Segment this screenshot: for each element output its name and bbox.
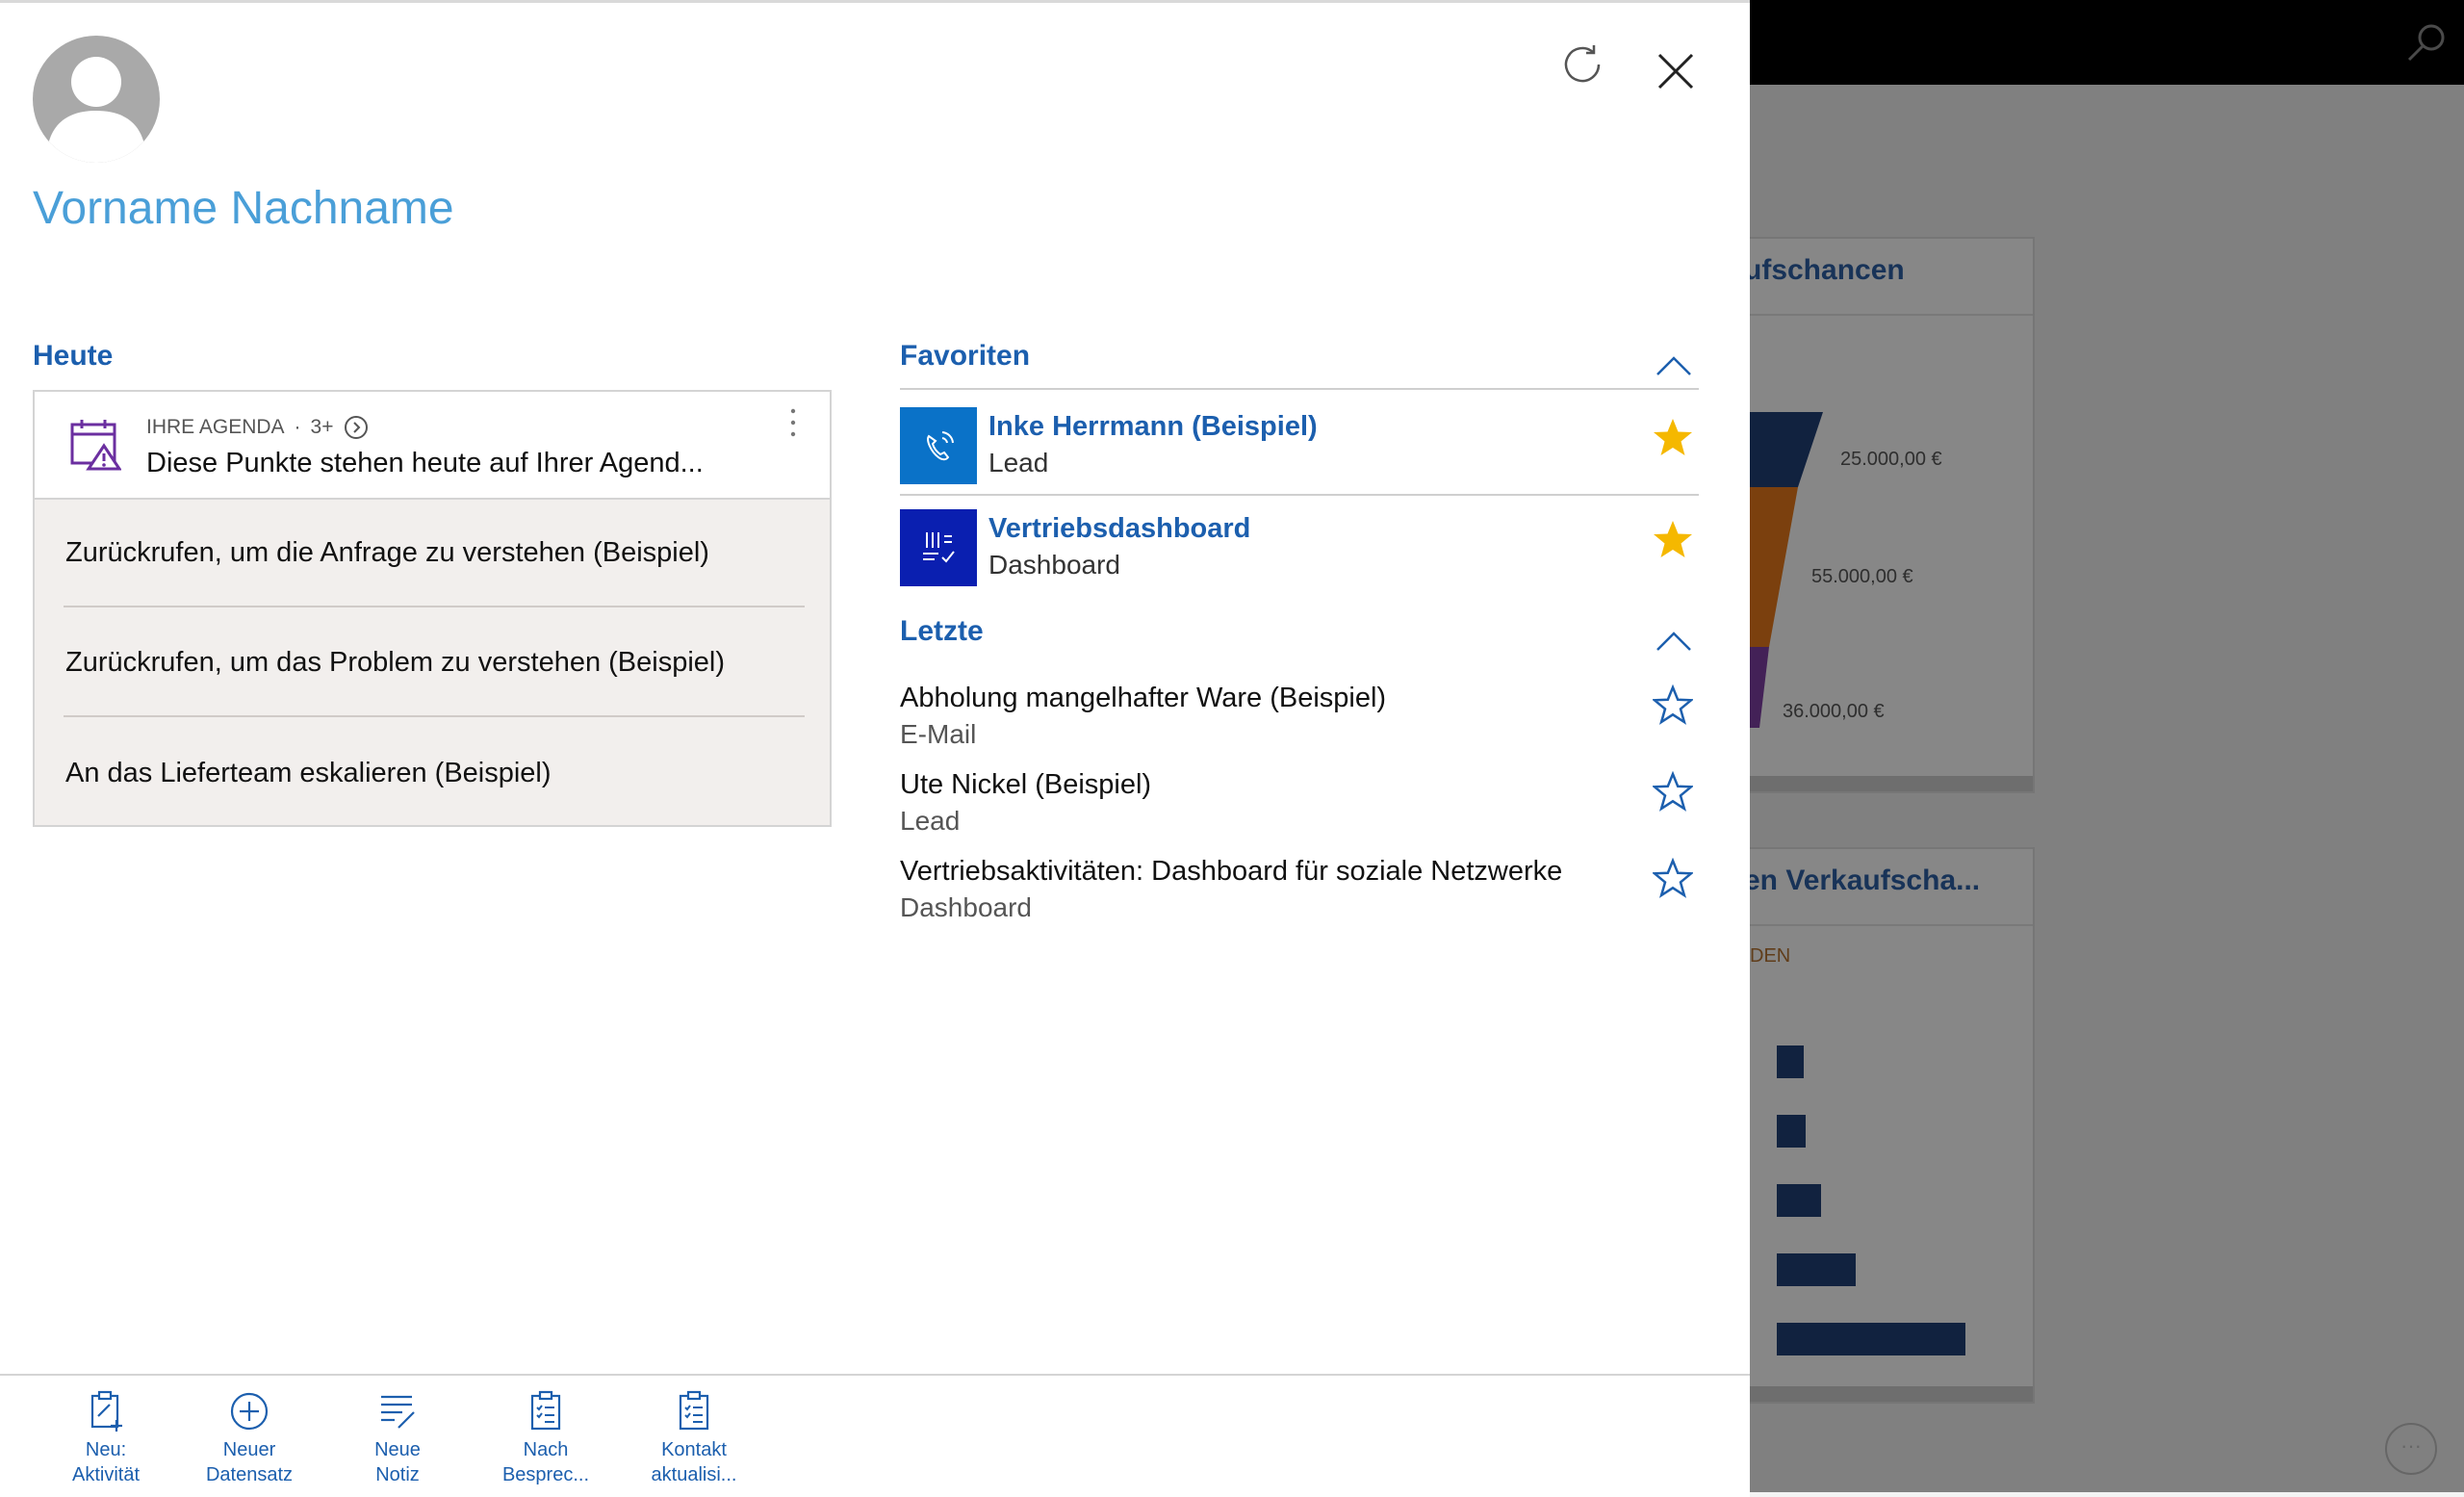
favorite-type: Dashboard <box>988 550 1120 580</box>
agenda-item[interactable]: An das Lieferteam eskalieren (Beispiel) <box>64 719 805 827</box>
new-record-icon <box>230 1392 269 1431</box>
command-label: Besprec... <box>501 1464 590 1485</box>
person-icon <box>46 57 146 163</box>
command-label: Aktivität <box>71 1464 141 1485</box>
user-panel: Vorname Nachname Heute IHRE AGENDA · 3+ <box>0 0 1750 1497</box>
favorites-heading: Favoriten <box>900 340 1031 372</box>
chevron-right-circle-icon[interactable] <box>344 415 369 440</box>
star-outline-icon[interactable] <box>1653 858 1693 898</box>
after-meeting-button[interactable]: Nach Besprec... <box>483 1389 608 1487</box>
refresh-icon[interactable] <box>1559 41 1605 88</box>
command-label: Nach <box>523 1439 569 1460</box>
today-heading: Heute <box>33 340 114 372</box>
recent-item[interactable]: Abholung mangelhafter Ware (Beispiel) E-… <box>900 683 1699 763</box>
agenda-card: IHRE AGENDA · 3+ Diese Punkte stehen heu… <box>33 390 832 827</box>
update-contact-button[interactable]: Kontakt aktualisi... <box>631 1389 757 1487</box>
agenda-count: 3+ <box>310 416 334 438</box>
star-filled-icon[interactable] <box>1653 417 1693 457</box>
recent-type: Lead <box>900 806 961 836</box>
chevron-up-icon[interactable] <box>1655 351 1693 378</box>
favorite-name[interactable]: Inke Herrmann (Beispiel) <box>988 411 1318 443</box>
recent-name[interactable]: Ute Nickel (Beispiel) <box>900 769 1151 801</box>
favorite-tile <box>900 509 977 586</box>
command-label: Notiz <box>375 1464 420 1485</box>
agenda-item-label: An das Lieferteam eskalieren (Beispiel) <box>65 757 552 788</box>
command-label: Datensatz <box>205 1464 294 1485</box>
recent-item[interactable]: Vertriebsaktivitäten: Dashboard für sozi… <box>900 856 1699 937</box>
divider <box>900 388 1699 390</box>
avatar[interactable] <box>33 36 160 163</box>
phone-icon <box>927 431 954 461</box>
favorite-name[interactable]: Vertriebsdashboard <box>988 513 1250 545</box>
agenda-item[interactable]: Zurückrufen, um das Problem zu verstehen… <box>64 609 805 717</box>
command-label: Neuer <box>222 1439 276 1460</box>
command-label: Neu: <box>85 1439 127 1460</box>
favorite-tile <box>900 407 977 484</box>
favorite-item[interactable]: Inke Herrmann (Beispiel) Lead <box>900 407 1699 496</box>
command-label: Neue <box>374 1439 421 1460</box>
calendar-warning-icon <box>70 420 121 471</box>
agenda-item-label: Zurückrufen, um die Anfrage zu verstehen… <box>65 536 709 568</box>
recent-name[interactable]: Abholung mangelhafter Ware (Beispiel) <box>900 683 1386 714</box>
recent-type: E-Mail <box>900 719 977 749</box>
recent-heading: Letzte <box>900 615 984 647</box>
more-options-icon[interactable]: ··· <box>2385 1423 2437 1475</box>
star-filled-icon[interactable] <box>1653 519 1693 559</box>
agenda-label: IHRE AGENDA <box>146 416 285 438</box>
dashboard-icon <box>923 532 955 563</box>
after-meeting-icon <box>530 1390 561 1431</box>
agenda-item-label: Zurückrufen, um das Problem zu verstehen… <box>65 646 726 678</box>
recent-type: Dashboard <box>900 892 1032 922</box>
new-note-button[interactable]: Neue Notiz <box>335 1389 460 1487</box>
recent-item[interactable]: Ute Nickel (Beispiel) Lead <box>900 769 1699 850</box>
new-note-icon <box>381 1395 415 1429</box>
new-activity-button[interactable]: Neu: Aktivität <box>43 1389 168 1487</box>
divider <box>900 494 1699 496</box>
more-vertical-icon[interactable] <box>782 401 805 444</box>
star-outline-icon[interactable] <box>1653 684 1693 725</box>
chevron-up-icon[interactable] <box>1655 627 1693 654</box>
agenda-item[interactable]: Zurückrufen, um die Anfrage zu verstehen… <box>64 500 805 607</box>
new-activity-icon <box>90 1390 122 1432</box>
new-record-button[interactable]: Neuer Datensatz <box>187 1389 312 1487</box>
favorite-type: Lead <box>988 448 1049 477</box>
agenda-summary: Diese Punkte stehen heute auf Ihrer Agen… <box>146 448 704 478</box>
user-name: Vorname Nachname <box>33 183 454 234</box>
update-contact-icon <box>679 1390 709 1431</box>
favorite-item[interactable]: Vertriebsdashboard Dashboard <box>900 509 1699 598</box>
recent-name[interactable]: Vertriebsaktivitäten: Dashboard für sozi… <box>900 856 1562 888</box>
command-label: Kontakt <box>661 1439 727 1460</box>
command-label: aktualisi... <box>651 1464 737 1485</box>
star-outline-icon[interactable] <box>1653 771 1693 812</box>
agenda-header[interactable]: IHRE AGENDA · 3+ Diese Punkte stehen heu… <box>35 392 830 500</box>
close-icon[interactable] <box>1652 47 1700 95</box>
agenda-meta: IHRE AGENDA · 3+ <box>146 415 369 440</box>
command-bar: Neu: Aktivität Neuer Datensatz Neue Noti… <box>0 1374 1750 1497</box>
